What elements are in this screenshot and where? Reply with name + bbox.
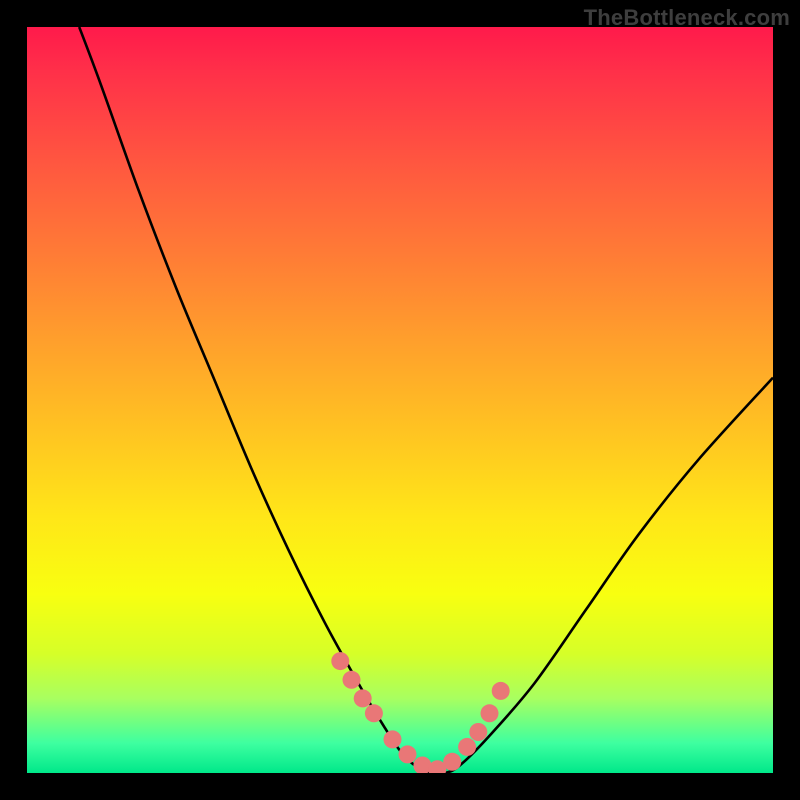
- highlight-dot: [365, 704, 383, 722]
- watermark-text: TheBottleneck.com: [584, 5, 790, 31]
- chart-overlay: [27, 27, 773, 773]
- bottleneck-curve: [79, 27, 773, 773]
- highlight-dot: [343, 671, 361, 689]
- highlight-dot: [443, 753, 461, 771]
- highlight-dot: [469, 723, 487, 741]
- highlight-dot: [492, 682, 510, 700]
- chart-frame: [27, 27, 773, 773]
- highlight-dot: [331, 652, 349, 670]
- highlight-dot: [399, 745, 417, 763]
- highlight-dot: [354, 689, 372, 707]
- highlight-dot: [384, 730, 402, 748]
- highlight-dot: [458, 738, 476, 756]
- highlight-dot: [481, 704, 499, 722]
- highlight-dot-group: [331, 652, 509, 773]
